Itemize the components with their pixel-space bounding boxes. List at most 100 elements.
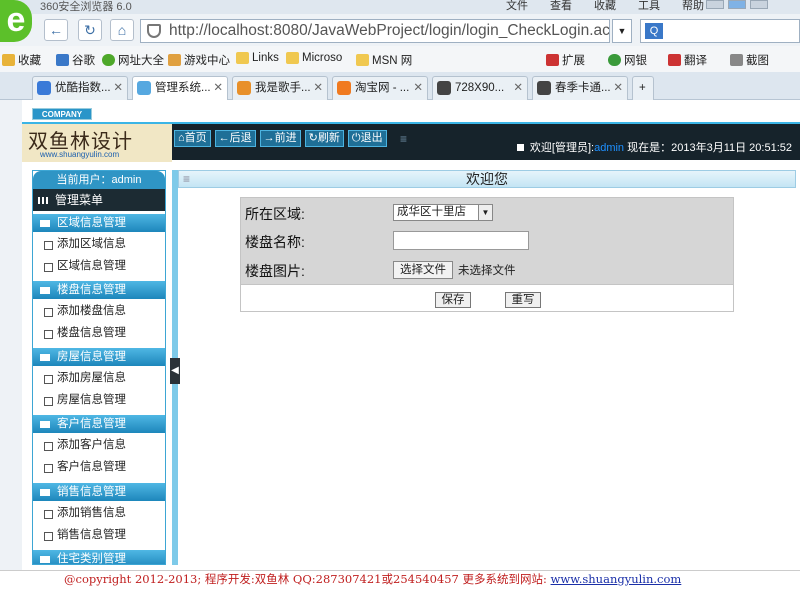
bookmark-microsoft[interactable]: Microso — [286, 52, 342, 64]
bookmark-sites[interactable]: 网址大全 — [102, 52, 164, 68]
tab-singer[interactable]: 我是歌手... ✕ — [232, 76, 328, 100]
close-icon[interactable]: ✕ — [313, 77, 323, 99]
power-icon: ⏻ — [351, 132, 361, 144]
tab-taobao[interactable]: 淘宝网 - ... ✕ — [332, 76, 428, 100]
sidebar-item-manage-sales[interactable]: 销售信息管理 — [33, 525, 165, 546]
area-select-value: 成华区十里店 — [397, 206, 466, 218]
footer-link[interactable]: www.shuangyulin.com — [551, 572, 682, 586]
game-icon — [168, 54, 181, 66]
section-sales[interactable]: 销售信息管理 — [33, 483, 165, 501]
menu-title: 管理菜单 — [33, 189, 165, 211]
toolbar-translate[interactable]: 翻译 — [668, 52, 707, 68]
sidebar-item-add-building[interactable]: 添加楼盘信息 — [33, 301, 165, 322]
toolbar-bank[interactable]: 网银 — [608, 52, 647, 68]
grip-icon: ≡ — [183, 172, 191, 186]
folder-icon — [236, 52, 249, 64]
close-icon[interactable] — [750, 0, 768, 9]
sidebar: 当前用户：admin 管理菜单 区域信息管理 添加区域信息 区域信息管理 楼盘信… — [32, 170, 166, 565]
address-dropdown-icon[interactable]: ▼ — [612, 19, 632, 43]
nav-logout[interactable]: ⏻退出 — [347, 130, 387, 147]
name-label: 楼盘名称: — [245, 234, 305, 250]
section-house[interactable]: 房屋信息管理 — [33, 348, 165, 366]
tab-admin[interactable]: 管理系统... ✕ — [132, 76, 228, 100]
bookmark-google[interactable]: 谷歌 — [56, 52, 95, 68]
sidebar-item-manage-customer[interactable]: 客户信息管理 — [33, 457, 165, 478]
bookmark-favorites[interactable]: 收藏 — [2, 52, 41, 68]
sidebar-item-add-customer[interactable]: 添加客户信息 — [33, 435, 165, 456]
close-icon[interactable]: ✕ — [413, 77, 423, 99]
back-arrow-icon: ← — [218, 132, 230, 144]
bank-icon — [608, 54, 621, 66]
tab-spring-cartoon[interactable]: 春季卡通... ✕ — [532, 76, 628, 100]
toolbar-extensions[interactable]: 扩展 — [546, 52, 585, 68]
search-input[interactable]: Q — [640, 19, 800, 43]
form-actions: 保存 重写 — [241, 284, 733, 311]
tab-youku[interactable]: 优酷指数... ✕ — [32, 76, 128, 100]
logo-url: www.shuangyulin.com — [40, 150, 120, 159]
shield-icon — [147, 24, 161, 38]
section-customer[interactable]: 客户信息管理 — [33, 415, 165, 433]
bookmark-links[interactable]: Links — [236, 52, 279, 64]
close-icon[interactable]: ✕ — [113, 77, 123, 99]
forward-arrow-icon: → — [263, 132, 275, 144]
sidebar-item-add-area[interactable]: 添加区域信息 — [33, 234, 165, 255]
add-building-form: 所在区域: 成华区十里店 ▼ 楼盘名称: 楼盘图片: 选择文件 未选择文件 保存… — [240, 197, 734, 312]
welcome-text: 欢迎[管理员]:admin 现在是：2013年3月11日 20:51:52 — [516, 139, 792, 155]
sidebar-item-manage-building[interactable]: 楼盘信息管理 — [33, 323, 165, 344]
area-select[interactable]: 成华区十里店 ▼ — [393, 204, 493, 221]
bookmark-msn[interactable]: MSN 网 — [356, 52, 412, 68]
menu-view[interactable]: 查看 — [550, 0, 572, 13]
home-icon[interactable]: ⌂ — [110, 19, 134, 41]
sidebar-item-manage-area[interactable]: 区域信息管理 — [33, 256, 165, 277]
close-icon[interactable]: ✕ — [513, 77, 523, 99]
admin-name: admin — [594, 142, 625, 154]
refresh-icon[interactable]: ↻ — [78, 19, 102, 41]
collapse-arrow-icon[interactable]: ◀ — [170, 358, 180, 384]
browser-logo-icon: e — [0, 0, 32, 42]
section-area[interactable]: 区域信息管理 — [33, 214, 165, 232]
building-name-input[interactable] — [393, 231, 529, 250]
search-icon[interactable]: Q — [645, 23, 663, 39]
browser-tabs: 优酷指数... ✕ 管理系统... ✕ 我是歌手... ✕ 淘宝网 - ... ✕ 72… — [0, 72, 800, 100]
translate-icon — [668, 54, 681, 66]
bookmark-games[interactable]: 游戏中心 — [168, 52, 230, 68]
menu-favorites[interactable]: 收藏 — [594, 0, 616, 13]
screenshot-icon — [730, 54, 743, 66]
menu-tools[interactable]: 工具 — [638, 0, 660, 13]
close-icon[interactable]: ✕ — [613, 77, 623, 99]
save-button[interactable]: 保存 — [435, 292, 471, 308]
content-header: ≡ 欢迎您 — [178, 170, 796, 188]
grip-icon: ≡ — [400, 132, 408, 146]
close-icon[interactable]: ✕ — [213, 77, 223, 99]
app-page: COMPANY 双鱼林设计 www.shuangyulin.com ⌂首页 ←后… — [22, 100, 800, 570]
sidebar-item-add-house[interactable]: 添加房屋信息 — [33, 368, 165, 389]
square-icon — [516, 144, 524, 151]
tab-icon — [237, 81, 251, 95]
menu-help[interactable]: 帮助 — [682, 0, 704, 13]
sidebar-item-manage-house[interactable]: 房屋信息管理 — [33, 390, 165, 411]
nav-back[interactable]: ←后退 — [214, 130, 256, 147]
section-building[interactable]: 楼盘信息管理 — [33, 281, 165, 299]
menu-file[interactable]: 文件 — [506, 0, 528, 13]
sidebar-item-add-sales[interactable]: 添加销售信息 — [33, 503, 165, 524]
file-status: 未选择文件 — [458, 265, 516, 277]
logo: 双鱼林设计 www.shuangyulin.com — [22, 124, 172, 162]
address-bar[interactable]: http://localhost:8080/JavaWebProject/log… — [140, 19, 610, 43]
refresh-icon: ↻ — [308, 132, 318, 144]
browser-brand: 360安全浏览器 6.0 — [40, 1, 132, 13]
choose-file-button[interactable]: 选择文件 — [393, 261, 453, 279]
new-tab-button[interactable]: + — [632, 76, 654, 100]
nav-refresh[interactable]: ↻刷新 — [304, 130, 344, 147]
minimize-icon[interactable] — [706, 0, 724, 9]
reset-button[interactable]: 重写 — [505, 292, 541, 308]
nav-forward[interactable]: →前进 — [259, 130, 301, 147]
folder-icon — [286, 52, 299, 64]
back-arrow-icon[interactable]: ← — [44, 19, 68, 41]
nav-home[interactable]: ⌂首页 — [174, 130, 211, 147]
tab-icon — [537, 81, 551, 95]
section-house-type[interactable]: 住宅类别管理 — [33, 550, 165, 564]
restore-icon[interactable] — [728, 0, 746, 9]
current-time: 2013年3月11日 20:51:52 — [671, 142, 792, 154]
tab-728x90[interactable]: 728X90... ✕ — [432, 76, 528, 100]
toolbar-screenshot[interactable]: 截图 — [730, 52, 769, 68]
